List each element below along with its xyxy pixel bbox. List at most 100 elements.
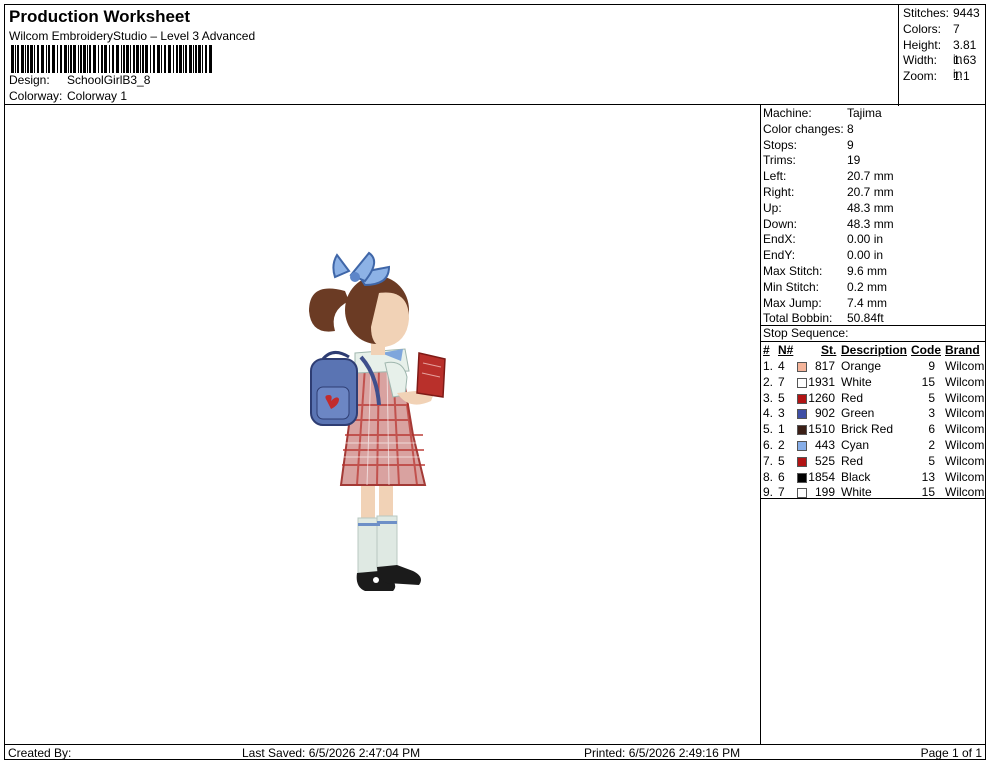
seq-needle: 6 [778, 469, 785, 484]
col-header-code: Code [911, 343, 941, 357]
seq-num: 1. [763, 359, 774, 373]
col-header-needle: N# [778, 343, 794, 357]
info-label: Left: [763, 169, 787, 184]
color-swatch [797, 472, 807, 483]
seq-needle: 4 [778, 359, 785, 373]
seq-stitches: 1854 [808, 469, 835, 484]
stat-row: Colors: 7 [903, 22, 987, 38]
colorway-value: Colorway 1 [67, 89, 128, 103]
seq-stitches: 443 [814, 438, 835, 452]
seq-description: Green [841, 406, 875, 421]
barcode [11, 45, 212, 73]
divider [761, 498, 985, 499]
col-header-stitches: St. [821, 343, 837, 357]
embroidery-design-image [309, 251, 446, 591]
stat-value: 7 [953, 21, 960, 36]
colorway-label: Colorway: [9, 89, 63, 103]
stat-label: Zoom: [903, 69, 938, 84]
seq-stitches: 1260 [808, 390, 835, 405]
stat-label: Colors: [903, 21, 942, 36]
seq-code: 15 [921, 374, 935, 389]
seq-stitches: 817 [814, 359, 835, 373]
stat-label: Stitches: [903, 6, 950, 20]
seq-num: 7. [763, 453, 774, 468]
stat-row: Width: 1.63 in [903, 53, 987, 81]
seq-code: 2 [928, 438, 935, 452]
color-swatch [797, 409, 807, 420]
color-swatch [797, 393, 807, 404]
seq-brand: Wilcom [945, 469, 985, 484]
info-label: Stops: [763, 137, 798, 152]
seq-num: 3. [763, 390, 774, 405]
info-value: 48.3 mm [847, 216, 894, 231]
seq-brand: Wilcom [945, 359, 985, 373]
info-label: Color changes: [763, 121, 844, 136]
seq-brand: Wilcom [945, 374, 985, 389]
stat-row: Height: 3.81 in [903, 38, 987, 66]
worksheet-header: Production Worksheet Wilcom EmbroiderySt… [4, 4, 987, 106]
color-swatch [797, 362, 807, 372]
stat-row: Zoom: 1:1 [903, 69, 987, 85]
seq-code: 5 [928, 453, 935, 468]
info-label: Total Bobbin: [763, 311, 833, 326]
stat-value: 1:1 [953, 69, 970, 84]
info-label: Min Stitch: [763, 279, 820, 294]
info-value: 50.84ft [847, 311, 884, 326]
info-value: 19 [847, 153, 861, 168]
stat-label: Width: [903, 53, 938, 68]
seq-brand: Wilcom [945, 422, 985, 437]
design-stats: Stitches: 9443 Colors: 7 Height: 3.81 in Width… [898, 5, 987, 106]
info-value: 0.2 mm [847, 279, 888, 294]
divider [761, 341, 985, 342]
seq-description: Orange [841, 359, 882, 373]
seq-description: Black [841, 469, 871, 484]
seq-stitches: 902 [814, 406, 835, 421]
info-label: Max Stitch: [763, 264, 823, 278]
stat-row: Stitches: 9443 [903, 6, 987, 22]
design-value: SchoolGirlB3_8 [67, 73, 151, 87]
seq-needle: 5 [778, 390, 785, 405]
color-swatch [797, 425, 807, 436]
colorway-row: Colorway: Colorway 1 [9, 89, 309, 105]
seq-code: 6 [928, 422, 935, 437]
info-label: Up: [763, 200, 782, 215]
worksheet-footer: Created By: Last Saved: 6/5/2026 2:47:04… [4, 744, 986, 760]
info-label: Right: [763, 185, 795, 199]
seq-num: 8. [763, 469, 774, 484]
seq-description: Red [841, 453, 864, 468]
color-swatch [797, 488, 807, 499]
info-value: 9.6 mm [847, 264, 888, 278]
seq-stitches: 525 [814, 453, 835, 468]
info-label: Max Jump: [763, 295, 822, 310]
seq-num: 5. [763, 422, 774, 437]
info-label: Trims: [763, 153, 796, 168]
info-label: EndX: [763, 232, 796, 247]
info-label: EndY: [763, 248, 796, 263]
seq-num: 2. [763, 374, 774, 389]
seq-needle: 7 [778, 374, 785, 389]
color-swatch [797, 456, 807, 467]
info-label: Down: [763, 216, 798, 231]
seq-description: Red [841, 390, 864, 405]
seq-brand: Wilcom [945, 406, 985, 421]
seq-stitches: 1931 [808, 374, 835, 389]
design-row: Design: SchoolGirlB3_8 [9, 73, 309, 89]
seq-needle: 3 [778, 406, 785, 421]
seq-code: 3 [928, 406, 935, 421]
seq-brand: Wilcom [945, 438, 985, 452]
info-value: 20.7 mm [847, 169, 894, 184]
seq-num: 6. [763, 438, 774, 452]
info-label: Machine: [763, 106, 812, 120]
col-header-description: Description [841, 343, 908, 357]
seq-brand: Wilcom [945, 390, 985, 405]
info-value: 0.00 in [847, 248, 884, 263]
seq-needle: 1 [778, 422, 785, 437]
stop-sequence-title-text: Stop Sequence: [763, 326, 849, 340]
seq-description: Brick Red [841, 422, 894, 437]
info-value: 0.00 in [847, 232, 884, 247]
seq-description: White [841, 374, 872, 389]
created-by: Created By: [8, 746, 72, 760]
design-preview [4, 104, 761, 745]
col-header-num: # [763, 343, 770, 357]
info-value: 48.3 mm [847, 200, 894, 215]
